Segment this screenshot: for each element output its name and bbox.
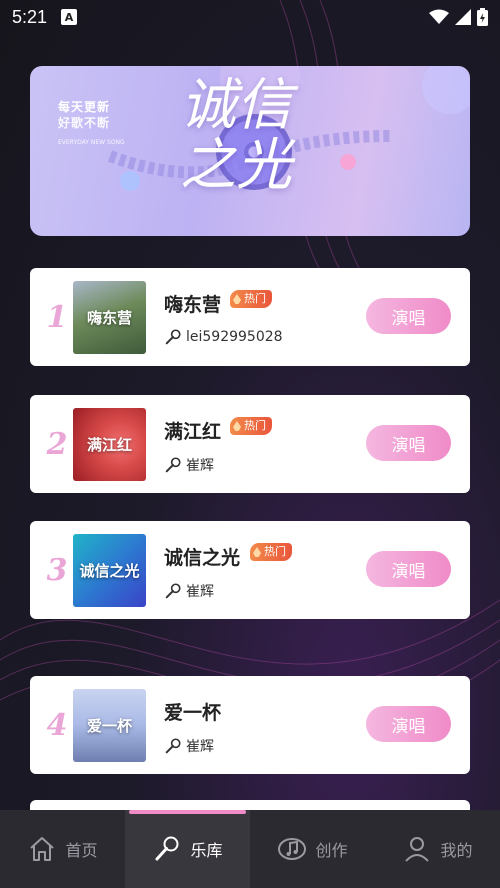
tab-label: 首页 <box>65 841 98 860</box>
song-cover: 诚信之光 <box>73 534 146 607</box>
banner-tagline-1: 每天更新 <box>58 100 111 114</box>
artist-name: 崔辉 <box>186 739 214 755</box>
song-rank: 1 <box>46 300 68 335</box>
song-cover: 嗨东营 <box>73 281 146 354</box>
user-icon <box>405 837 430 862</box>
artist-name: 崔辉 <box>186 584 214 600</box>
song-rank: 2 <box>46 427 68 462</box>
microphone-icon <box>165 329 181 345</box>
sing-button[interactable]: 演唱 <box>366 706 451 742</box>
microphone-icon <box>165 457 181 473</box>
microphone-icon <box>155 836 179 861</box>
battery-icon <box>477 8 488 26</box>
song-artist: 崔辉 <box>164 736 214 756</box>
song-card[interactable]: 1 嗨东营 嗨东营 热门 lei592995028 演唱 <box>30 268 470 366</box>
song-title: 诚信之光 <box>164 547 241 569</box>
sing-button[interactable]: 演唱 <box>366 298 451 334</box>
tab-library[interactable]: 乐库 <box>125 810 250 888</box>
song-title: 满江红 <box>164 421 222 443</box>
status-time: 5:21 <box>12 6 48 27</box>
tab-label: 创作 <box>315 841 348 860</box>
song-cover: 满江红 <box>73 408 146 481</box>
microphone-icon <box>165 738 181 754</box>
banner-title: 诚信之光 <box>180 73 292 198</box>
hot-badge: 热门 <box>250 543 292 561</box>
microphone-icon <box>165 583 181 599</box>
song-rank: 3 <box>46 553 68 588</box>
music-note-icon <box>278 838 307 860</box>
home-icon <box>30 837 55 861</box>
wifi-icon <box>429 9 449 24</box>
notification-icon: A <box>61 9 78 25</box>
song-artist: lei592995028 <box>164 328 283 346</box>
song-cover: 爱一杯 <box>73 689 146 762</box>
signal-icon <box>455 9 471 25</box>
song-card[interactable]: 2 满江红 满江红 热门 崔辉 演唱 <box>30 395 470 493</box>
song-artist: 崔辉 <box>164 455 214 475</box>
tab-profile[interactable]: 我的 <box>375 810 500 888</box>
song-card[interactable]: 3 诚信之光 诚信之光 热门 崔辉 演唱 <box>30 521 470 619</box>
banner-tagline-2: 好歌不断 <box>58 116 111 130</box>
song-card[interactable]: 4 爱一杯 爱一杯 崔辉 演唱 <box>30 676 470 774</box>
sing-button[interactable]: 演唱 <box>366 425 451 461</box>
tab-label: 乐库 <box>190 841 223 860</box>
artist-name: 崔辉 <box>186 458 214 474</box>
banner-small-text: EVERYDAY NEW SONG <box>58 139 125 146</box>
status-icons <box>429 8 488 26</box>
status-bar: 5:21 A <box>0 0 500 34</box>
bottom-tab-bar: 首页 乐库 创作 我的 <box>0 810 500 888</box>
song-rank: 4 <box>46 708 68 743</box>
tab-label: 我的 <box>440 841 473 860</box>
hot-badge: 热门 <box>230 417 272 435</box>
song-title: 嗨东营 <box>164 294 222 316</box>
tab-create[interactable]: 创作 <box>250 810 375 888</box>
tab-home[interactable]: 首页 <box>0 810 125 888</box>
promo-banner[interactable]: 每天更新 好歌不断 EVERYDAY NEW SONG 诚信之光 <box>30 66 470 236</box>
song-artist: 崔辉 <box>164 581 214 601</box>
artist-name: lei592995028 <box>186 329 283 345</box>
song-title: 爱一杯 <box>164 702 222 724</box>
hot-badge: 热门 <box>230 290 272 308</box>
sing-button[interactable]: 演唱 <box>366 551 451 587</box>
